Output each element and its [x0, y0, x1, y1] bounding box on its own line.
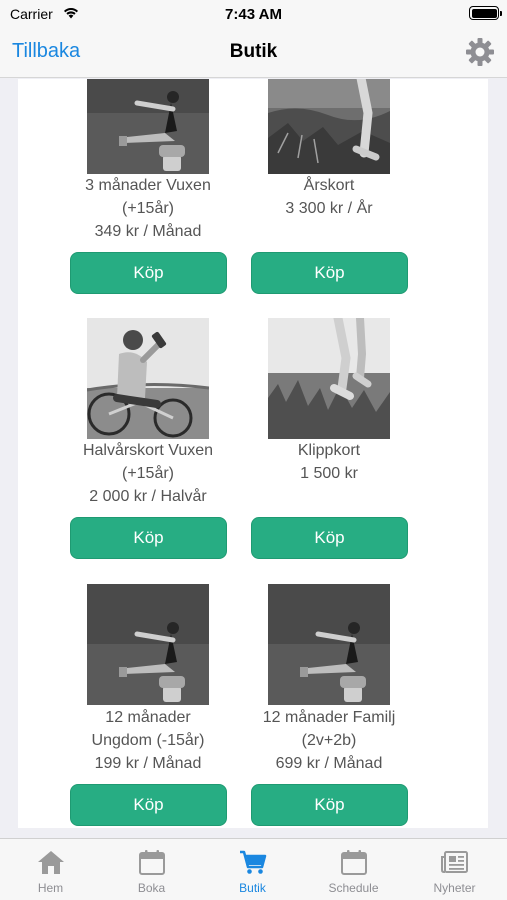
- buy-button[interactable]: Köp: [70, 252, 227, 294]
- tab-schedule[interactable]: Schedule: [303, 839, 404, 900]
- tab-nyheter[interactable]: Nyheter: [404, 839, 505, 900]
- tab-bar: Hem Boka Butik Schedule Nyheter: [0, 838, 507, 900]
- product-price: 1 500 kr: [300, 465, 358, 482]
- product-image: [268, 584, 390, 705]
- product-price: 3 300 kr / År: [285, 200, 373, 217]
- tab-butik[interactable]: Butik: [202, 839, 303, 900]
- product-title-line: Ungdom (-15år): [91, 732, 205, 749]
- gear-icon[interactable]: [464, 36, 496, 68]
- tab-hem[interactable]: Hem: [0, 839, 101, 900]
- calendar-icon: [341, 850, 367, 875]
- navigation-bar: Tillbaka Butik: [0, 28, 507, 78]
- buy-button[interactable]: Köp: [251, 252, 408, 294]
- product-title-line: (2v+2b): [301, 732, 357, 749]
- calendar-icon: [139, 850, 165, 875]
- back-button[interactable]: Tillbaka: [12, 40, 80, 63]
- product-title-line: (+15år): [121, 465, 175, 482]
- buy-button[interactable]: Köp: [251, 517, 408, 559]
- product-title-line: Klippkort: [297, 442, 361, 459]
- tab-label: Butik: [239, 881, 266, 895]
- product-image: [268, 79, 390, 174]
- product-list[interactable]: 3 månader Vuxen (+15år) 349 kr / Månad K…: [18, 79, 488, 828]
- home-icon: [38, 851, 64, 874]
- tab-label: Boka: [137, 881, 166, 895]
- product-image: [268, 318, 390, 439]
- buy-button[interactable]: Köp: [70, 784, 227, 826]
- product-title-line: Årskort: [303, 177, 355, 194]
- tab-boka[interactable]: Boka: [101, 839, 202, 900]
- tab-label: Nyheter: [433, 881, 476, 895]
- battery-icon: [469, 6, 502, 20]
- product-title-line: 12 månader: [105, 709, 191, 726]
- buy-button[interactable]: Köp: [70, 517, 227, 559]
- product-title-line: 12 månader Familj: [262, 709, 396, 726]
- product-image: [87, 318, 209, 439]
- product-price: 2 000 kr / Halvår: [89, 488, 207, 505]
- buy-button[interactable]: Köp: [251, 784, 408, 826]
- product-price: 349 kr / Månad: [94, 223, 202, 240]
- product-image: [87, 79, 209, 174]
- cart-icon: [240, 850, 267, 874]
- tab-label: Schedule: [328, 881, 379, 895]
- product-title-line: Halvårskort Vuxen: [82, 442, 214, 459]
- clock-time: 7:43 AM: [225, 6, 282, 23]
- product-title-line: (+15år): [121, 200, 175, 217]
- status-bar: Carrier 7:43 AM: [0, 0, 507, 28]
- tab-label: Hem: [37, 881, 64, 895]
- newspaper-icon: [441, 851, 468, 873]
- product-image: [87, 584, 209, 705]
- product-price: 199 kr / Månad: [94, 755, 202, 772]
- product-price: 699 kr / Månad: [275, 755, 383, 772]
- product-title-line: 3 månader Vuxen: [85, 177, 211, 194]
